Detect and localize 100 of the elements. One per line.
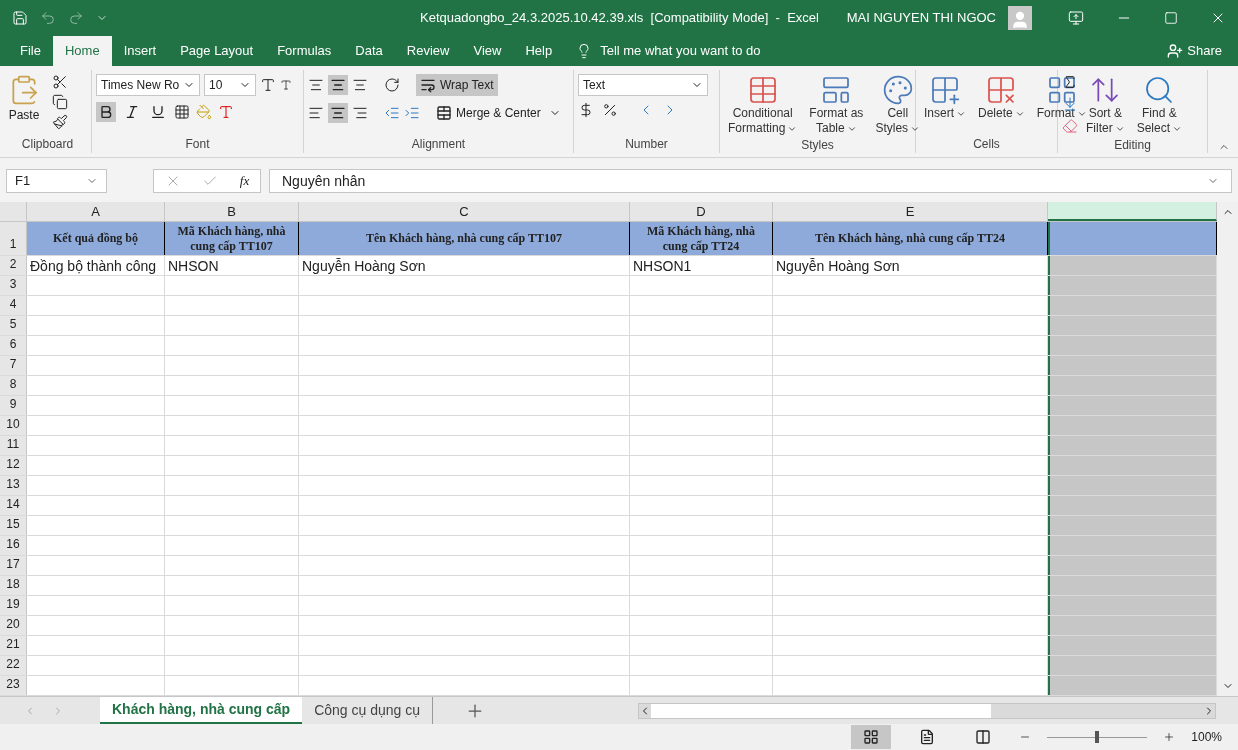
share-button[interactable]: Share (1167, 36, 1230, 66)
zoom-slider[interactable] (1047, 731, 1148, 743)
avatar-icon[interactable] (1008, 6, 1032, 30)
horizontal-scrollbar[interactable] (638, 702, 1216, 719)
ribbon-button[interactable]: Delete (974, 74, 1029, 121)
paste-button[interactable]: Paste (8, 74, 40, 124)
ribbon-display-icon[interactable] (1068, 10, 1084, 26)
wrap-text-icon (420, 77, 436, 93)
group-label: Editing (1113, 137, 1152, 154)
align-left-icon[interactable] (308, 105, 324, 121)
sheet-tab[interactable]: Khách hàng, nhà cung cấp (100, 697, 303, 724)
row-number[interactable]: 5 (0, 316, 27, 335)
font-name-field[interactable]: Times New Ro (96, 74, 200, 96)
header-cell: Mã Khách hàng, nhà cung cấp TT24 (630, 222, 773, 255)
view-button[interactable] (851, 725, 892, 749)
ribbon-button[interactable]: Find & Select (1132, 74, 1187, 136)
zoom-level[interactable]: 100% (1191, 728, 1222, 746)
row-number[interactable]: 4 (0, 296, 27, 315)
autosum-icon[interactable] (1062, 74, 1078, 90)
group-label: Styles (800, 137, 835, 154)
column-header[interactable] (1048, 202, 1217, 221)
increase-indent-icon[interactable] (404, 105, 420, 121)
row-number[interactable]: 9 (0, 396, 27, 415)
font-size-field[interactable]: 10 (204, 74, 256, 96)
row-number[interactable]: 11 (0, 436, 27, 455)
column-header[interactable]: D (630, 202, 773, 221)
ribbon-tab[interactable]: Review (394, 36, 462, 66)
row-number[interactable]: 15 (0, 516, 27, 535)
percent-icon[interactable] (602, 102, 618, 118)
selected-cell[interactable] (1048, 222, 1217, 255)
font-color-icon[interactable] (218, 104, 234, 120)
row-number[interactable]: 16 (0, 536, 27, 555)
cut-icon[interactable] (52, 74, 68, 90)
ribbon-tab[interactable]: Data (343, 36, 395, 66)
ribbon-tab[interactable]: File (8, 36, 53, 66)
row-number[interactable]: 6 (0, 336, 27, 355)
ribbon-button[interactable]: Sort & Filter (1082, 74, 1129, 136)
row-number[interactable]: 18 (0, 576, 27, 595)
row-number[interactable]: 19 (0, 596, 27, 615)
zoom-in-icon[interactable] (1163, 731, 1176, 743)
header-cell: Kết quả đồng bộ (27, 222, 165, 255)
person-add-icon (1167, 43, 1184, 59)
ribbon-button[interactable]: Conditional Formatting (724, 74, 802, 136)
fill-color-icon[interactable] (196, 104, 212, 120)
borders-icon[interactable] (174, 104, 190, 120)
bold-button[interactable] (96, 102, 116, 122)
row-number[interactable]: 10 (0, 416, 27, 435)
row-number[interactable]: 13 (0, 476, 27, 495)
column-header[interactable]: C (299, 202, 630, 221)
column-header[interactable]: B (165, 202, 299, 221)
save-icon[interactable] (12, 10, 28, 26)
ribbon-button[interactable]: Format as Table (805, 74, 868, 136)
grow-font-icon[interactable] (260, 77, 276, 93)
row-number[interactable]: 2 (0, 256, 27, 275)
group-label: Alignment (410, 136, 467, 153)
copy-icon[interactable] (52, 94, 68, 110)
row-number[interactable]: 8 (0, 376, 27, 395)
orientation-icon[interactable] (384, 77, 400, 93)
ribbon-tab[interactable]: Page Layout (168, 36, 266, 66)
tell-me-field[interactable]: Tell me what you want to do (600, 41, 761, 61)
maximize-icon[interactable] (1164, 11, 1178, 25)
format-painter-icon[interactable] (52, 114, 68, 130)
row-number[interactable]: 12 (0, 456, 27, 475)
ribbon-tab[interactable]: Insert (111, 36, 169, 66)
group-label: Cells (972, 136, 1001, 153)
cellstyles-icon (881, 74, 914, 106)
row-number[interactable]: 21 (0, 636, 27, 655)
decrease-indent-icon[interactable] (384, 105, 400, 121)
function-icon[interactable]: fx (239, 171, 250, 191)
row-number[interactable]: 17 (0, 556, 27, 575)
merge-center-button[interactable]: Merge & Center (432, 102, 565, 124)
number-format-field[interactable]: Text (578, 74, 708, 96)
row-number[interactable]: 23 (0, 676, 27, 695)
name-box[interactable]: F1 (6, 169, 107, 193)
table-cell: NHSON1 (630, 256, 773, 275)
row-number[interactable]: 7 (0, 356, 27, 375)
pagebreak-view-icon (975, 729, 992, 745)
currency-icon[interactable] (578, 102, 594, 118)
zoom-slider-thumb[interactable] (1095, 731, 1100, 743)
ribbon-tab[interactable]: View (461, 36, 514, 66)
align-right-icon[interactable] (352, 105, 368, 121)
row-number[interactable]: 3 (0, 276, 27, 295)
merge-icon (436, 105, 452, 121)
row-number[interactable]: 1 (0, 222, 27, 255)
header-cell: Mã Khách hàng, nhà cung cấp TT107 (165, 222, 299, 255)
bottom-align-icon[interactable] (352, 77, 368, 93)
top-align-icon[interactable] (308, 77, 324, 93)
ribbon-tab[interactable]: Home (52, 36, 112, 66)
wrap-text-button[interactable]: Wrap Text (416, 74, 498, 96)
ribbon-tab[interactable]: Formulas (265, 36, 344, 66)
formula-field[interactable]: Nguyên nhân (269, 169, 1232, 193)
row-number[interactable]: 14 (0, 496, 27, 515)
shrink-font-icon[interactable] (280, 79, 292, 91)
column-header[interactable]: A (27, 202, 165, 221)
center-align-button[interactable] (328, 103, 348, 123)
clear-icon[interactable] (1062, 118, 1078, 134)
row-number[interactable]: 20 (0, 616, 27, 635)
ribbon-tab[interactable]: Help (513, 36, 565, 66)
row-number[interactable]: 22 (0, 656, 27, 675)
middle-align-button[interactable] (328, 75, 348, 95)
